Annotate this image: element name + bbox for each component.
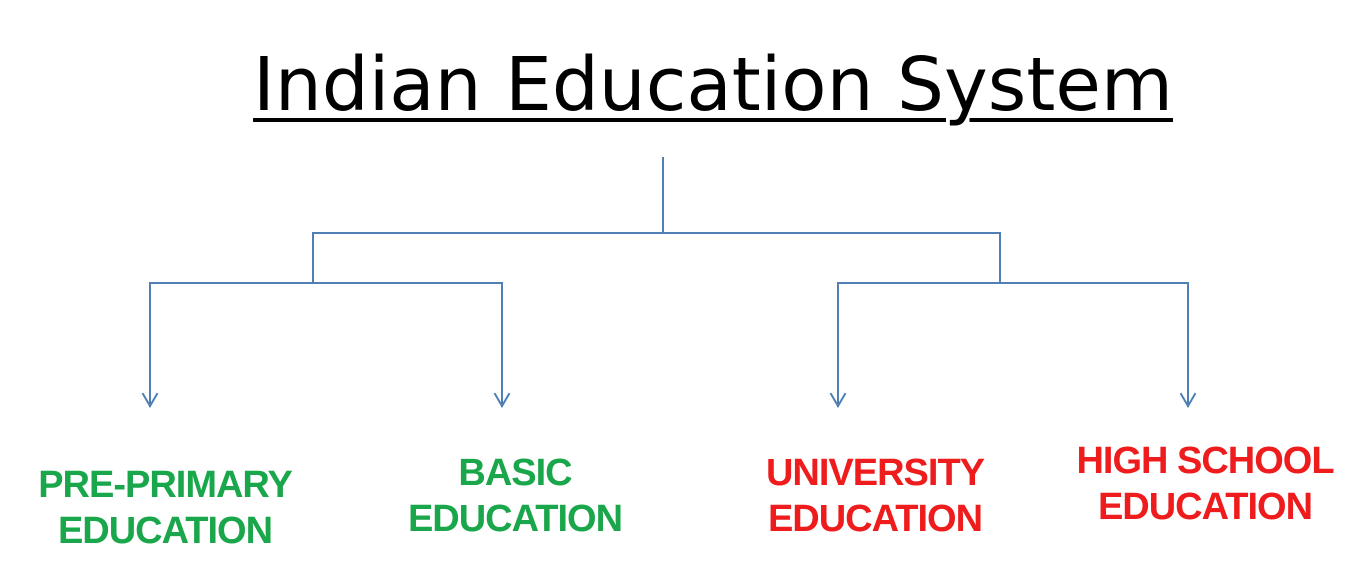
node-pre-primary-education: PRE-PRIMARY EDUCATION (25, 462, 305, 554)
node-label-line: EDUCATION (407, 498, 623, 540)
node-high-school-education: HIGH SCHOOL EDUCATION (1055, 438, 1355, 530)
node-label-line: EDUCATION (57, 510, 273, 552)
node-basic-education: BASIC EDUCATION (380, 450, 650, 542)
node-label-line: EDUCATION (1097, 486, 1313, 528)
node-label-line: BASIC (458, 452, 572, 494)
node-university-education: UNIVERSITY EDUCATION (735, 450, 1015, 542)
node-label-line: PRE-PRIMARY (38, 464, 293, 506)
node-label-line: HIGH SCHOOL (1076, 440, 1334, 482)
node-label-line: EDUCATION (767, 498, 983, 540)
node-label-line: UNIVERSITY (765, 452, 985, 494)
